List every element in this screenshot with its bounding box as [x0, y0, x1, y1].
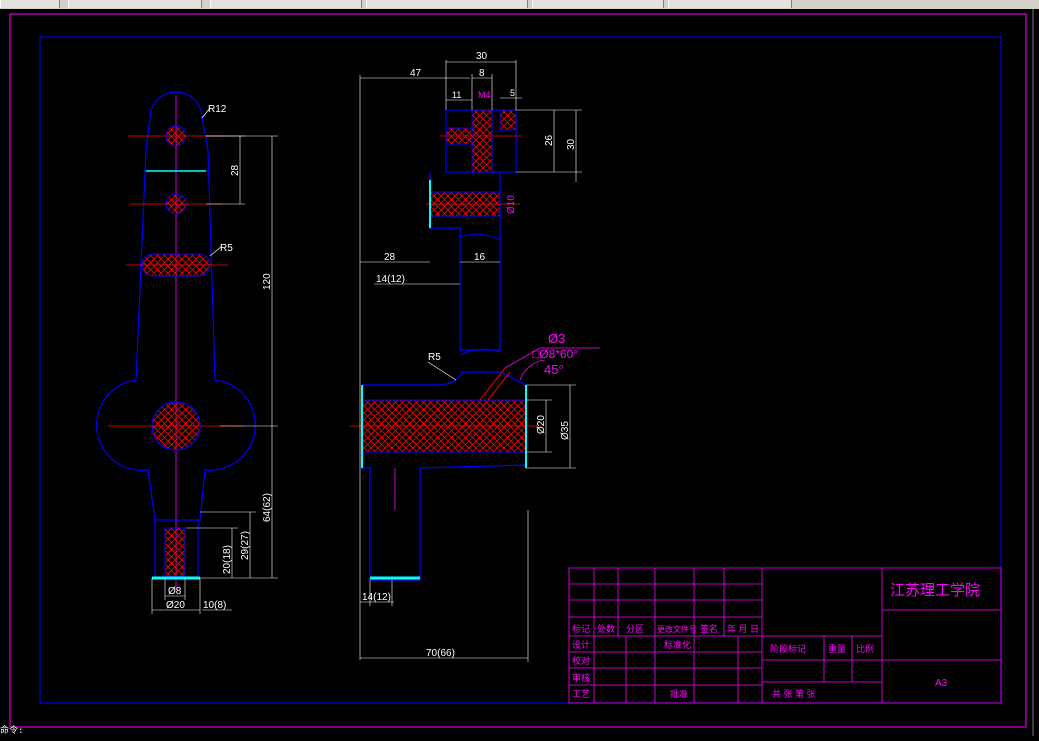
tb-design: 设计 [572, 639, 590, 650]
command-line[interactable]: 命令: [0, 727, 23, 736]
tb-review: 审核 [572, 672, 590, 683]
tb-date: 年 月 日 [727, 623, 759, 634]
document-tab[interactable] [68, 0, 202, 8]
document-tab[interactable] [0, 0, 60, 8]
dim-20v: 20(18) [222, 545, 233, 574]
sheet-size: A3 [935, 678, 948, 689]
dim-phi20-side: Ø20 [536, 415, 547, 434]
dim-r5-side: R5 [428, 352, 441, 363]
document-tab-strip [0, 0, 1039, 9]
document-tab[interactable] [210, 0, 362, 8]
dim-26: 26 [544, 134, 555, 146]
tb-weight: 重量 [828, 643, 846, 654]
tb-change-doc: 更改文件号 [657, 624, 697, 634]
dim-16: 16 [474, 252, 486, 263]
dim-5: 5 [510, 88, 515, 98]
school-name: 江苏理工学院 [890, 581, 980, 599]
drawing-canvas[interactable]: R12 28 R5 120 64(62) 29(27) 20(18) Ø8 Ø2… [0, 9, 1039, 736]
tb-sheet-count: 共 张 第 张 [772, 688, 816, 699]
dim-phi20: Ø20 [166, 600, 185, 611]
document-tab[interactable] [366, 0, 528, 8]
dim-r5: R5 [220, 243, 233, 254]
dim-phi10: Ø10 [506, 195, 517, 214]
title-block-text: 江苏理工学院 A3 标记 处数 分区 更改文件号 签名 年 月 日 设计 标准化… [572, 581, 980, 699]
oil-hole [479, 367, 511, 401]
dim-phi8: Ø8 [168, 586, 182, 597]
tb-process: 工艺 [572, 689, 590, 699]
outer-frame [9, 13, 1027, 728]
dim-47: 47 [410, 68, 422, 79]
tapped-hole [471, 109, 493, 173]
dim-120: 120 [262, 273, 273, 290]
screw-m4 [499, 109, 517, 131]
dim-11: 11 [452, 90, 461, 100]
dim-30-side: 30 [566, 138, 577, 150]
tb-check: 校对 [572, 655, 590, 666]
tb-scale: 比例 [856, 643, 874, 654]
tb-stage-mark: 阶段标记 [770, 643, 806, 654]
dim-14-top: 14(12) [376, 274, 405, 285]
tb-approve: 批准 [670, 688, 688, 699]
tb-mark: 标记 [572, 623, 590, 634]
dim-30-top: 30 [476, 51, 488, 62]
dim-45deg: 45° [544, 362, 564, 377]
front-view: R12 28 R5 120 64(62) 29(27) 20(18) Ø8 Ø2… [96, 91, 278, 614]
dim-64: 64(62) [262, 493, 273, 522]
document-tab[interactable] [668, 0, 792, 8]
dim-phi3: Ø3 [548, 331, 565, 346]
dim-28-side: 28 [384, 252, 396, 263]
tb-standardization: 标准化 [664, 639, 691, 650]
pin-hole [164, 527, 186, 577]
dim-phi35: Ø35 [560, 421, 571, 440]
dim-r12: R12 [208, 104, 227, 115]
dim-29: 29(27) [240, 531, 251, 560]
dim-8: 8 [479, 68, 485, 79]
side-view: 47 30 8 11 M4 5 26 30 Ø10 28 16 14(12) R… [350, 51, 600, 662]
dim-14-bottom: 14(12) [362, 592, 391, 603]
tb-signature: 签名 [700, 623, 718, 634]
cad-drawing: R12 28 R5 120 64(62) 29(27) 20(18) Ø8 Ø2… [9, 9, 1034, 736]
dim-m4: M4 [478, 90, 491, 100]
dim-70: 70(66) [426, 648, 455, 659]
dim-10: 10(8) [203, 600, 226, 611]
tb-zone: 分区 [626, 624, 644, 634]
document-tab[interactable] [532, 0, 664, 8]
tb-count: 处数 [597, 623, 615, 634]
dim-28: 28 [230, 164, 241, 176]
dim-spotface: □Ø8*60° [532, 347, 578, 361]
